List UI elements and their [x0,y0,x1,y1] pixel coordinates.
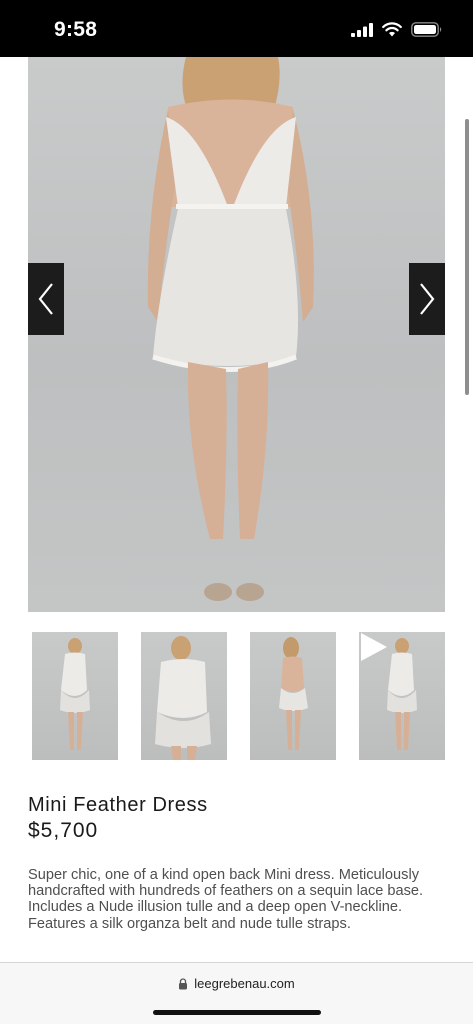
thumbnail-1[interactable] [32,632,118,760]
thumbnail-front-image [60,638,90,750]
thumbnail-2[interactable] [141,632,227,760]
previous-image-button[interactable] [28,263,64,335]
next-image-button[interactable] [409,263,445,335]
url-row[interactable]: leegrebenau.com [0,976,473,991]
product-price: $5,700 [28,819,99,842]
lock-icon [179,977,188,989]
hero-image[interactable] [28,57,445,612]
battery-icon [411,22,442,37]
thumbnail-3[interactable] [250,632,336,760]
play-icon[interactable] [359,632,389,662]
thumbnail-strip [0,632,473,760]
status-time: 9:58 [54,18,98,41]
dress-model-illustration [147,57,314,601]
thumbnail-closeup-image [155,636,211,760]
chevron-right-icon [420,283,435,315]
url-text[interactable]: leegrebenau.com [194,976,294,991]
product-title: Mini Feather Dress [28,794,208,816]
product-description: Super chic, one of a kind open back Mini… [28,867,424,932]
status-icons [351,22,443,37]
home-indicator[interactable] [153,1010,321,1015]
thumbnail-back-image [279,637,308,750]
product-page: Mini Feather Dress $5,700 Super chic, on… [0,57,473,962]
browser-address-bar[interactable]: leegrebenau.com [0,962,473,1024]
thumbnail-4[interactable] [359,632,445,760]
signal-icon [351,22,373,37]
scrollbar[interactable] [465,119,469,395]
status-bar: 9:58 [0,0,473,57]
wifi-icon [382,22,402,37]
chevron-left-icon [38,283,53,315]
